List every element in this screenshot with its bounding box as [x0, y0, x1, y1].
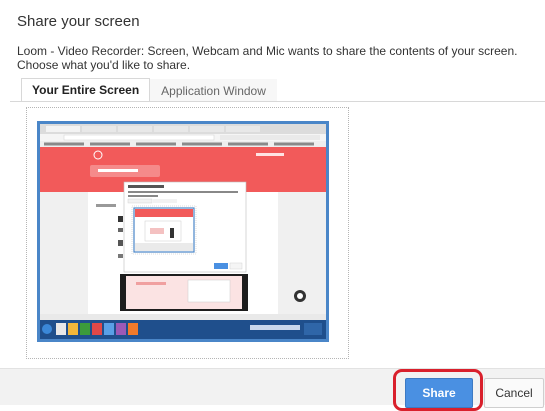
- screen-preview-image: [40, 124, 326, 339]
- source-tabs: Your Entire Screen Application Window: [21, 78, 277, 102]
- tab-application-window[interactable]: Application Window: [150, 79, 277, 102]
- tab-entire-screen[interactable]: Your Entire Screen: [21, 78, 151, 102]
- entire-screen-thumbnail[interactable]: [37, 121, 329, 342]
- dialog-title: Share your screen: [17, 13, 140, 30]
- dialog-description: Loom - Video Recorder: Screen, Webcam an…: [17, 44, 518, 72]
